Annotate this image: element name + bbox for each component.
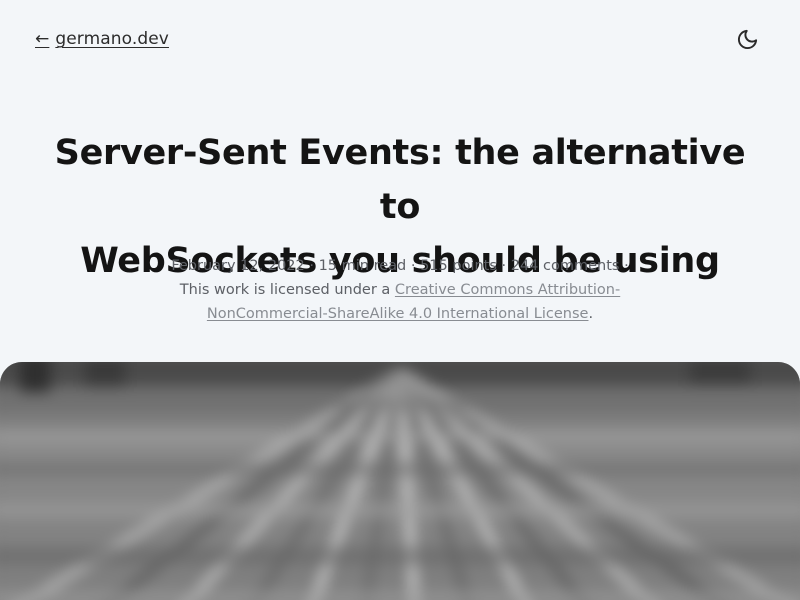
hero-image-pattern [0, 362, 800, 600]
license-line-2: NonCommercial-ShareAlike 4.0 Internation… [120, 302, 680, 326]
meta-separator: · [406, 258, 421, 274]
moon-icon [737, 29, 757, 49]
theme-toggle-button[interactable] [735, 27, 759, 51]
article-meta: February 12, 2022 · 15 min read · 515 po… [120, 254, 680, 326]
top-bar: ← germano.dev [0, 0, 800, 80]
license-link[interactable]: Creative Commons Attribution- [395, 282, 620, 298]
back-home-link[interactable]: ← germano.dev [35, 27, 169, 51]
points-count: 515 points [420, 258, 497, 274]
license-link-continued[interactable]: NonCommercial-ShareAlike 4.0 Internation… [207, 306, 589, 322]
meta-stats-line: February 12, 2022 · 15 min read · 515 po… [120, 254, 680, 278]
meta-separator: · [496, 258, 511, 274]
license-prefix: This work is licensed under a [179, 282, 395, 298]
read-time: 15 min read [318, 258, 407, 274]
back-arrow-icon: ← [35, 29, 50, 49]
comments-count: 244 comments [510, 258, 620, 274]
license-suffix: . [588, 306, 594, 322]
meta-separator: · [619, 258, 629, 274]
license-line-1: This work is licensed under a Creative C… [120, 278, 680, 302]
publish-date: February 12, 2022 [171, 258, 305, 274]
blurred-server-rack-image [0, 362, 800, 600]
page: ← germano.dev Server-Sent Events: the alt… [0, 0, 800, 600]
hero-image [0, 362, 800, 600]
article-title-line-1: Server-Sent Events: the alternative to [54, 133, 746, 227]
site-name: germano.dev [55, 29, 169, 49]
meta-separator: · [304, 258, 319, 274]
